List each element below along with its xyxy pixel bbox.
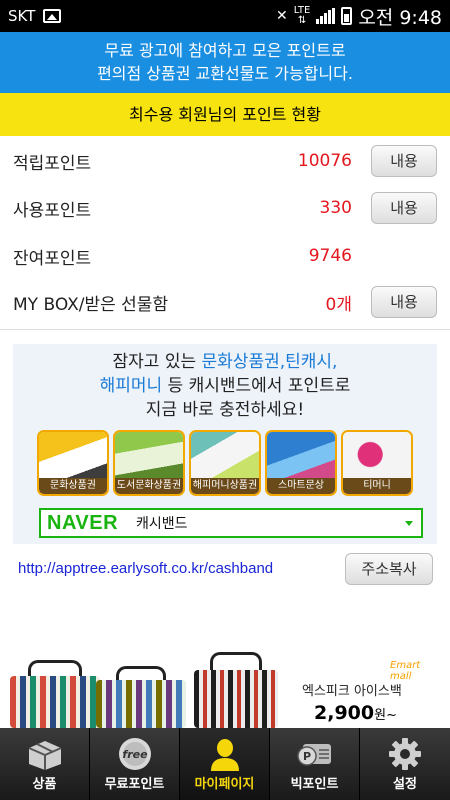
mybox-value: 0개 — [325, 294, 352, 315]
clock: 오전 9:48 — [358, 6, 442, 29]
voucher-tile-label: 티머니 — [343, 478, 411, 494]
mybox-details-button[interactable]: 내용 — [371, 286, 437, 318]
book-voucher-icon — [115, 432, 183, 482]
voucher-tile[interactable]: 스마트문상 — [265, 430, 337, 496]
tmoney-icon — [343, 432, 411, 482]
remaining-points-value: 9746 — [308, 246, 352, 266]
signal-icon — [316, 8, 336, 24]
svg-text:free: free — [122, 748, 148, 761]
banner-line-1: 무료 광고에 참여하고 모은 포인트로 — [104, 41, 346, 60]
person-icon — [211, 739, 239, 771]
ad-price: 2,900원~ — [314, 702, 397, 724]
tab-products[interactable]: 상품 — [0, 728, 90, 800]
naver-search-box[interactable]: NAVER 캐시밴드 — [39, 508, 423, 538]
tab-free-points[interactable]: free 무료포인트 — [90, 728, 180, 800]
status-bar: SKT ✕ LTE ⇅ 오전 9:48 — [0, 0, 450, 32]
tab-my-page[interactable]: 마이페이지 — [180, 728, 270, 800]
status-icons: ✕ LTE ⇅ 오전 9:48 — [276, 3, 442, 30]
tab-label: 마이페이지 — [194, 777, 255, 792]
banner-line-2: 편의점 상품권 교환선물도 가능합니다. — [97, 64, 353, 83]
voucher-tile[interactable]: 티머니 — [341, 430, 413, 496]
bottom-tab-bar: 상품 free 무료포인트 마이페이지 P 빅포인트 설정 — [0, 728, 450, 800]
image-icon — [43, 9, 62, 23]
voucher-tile-label: 도서문화상품권 — [115, 478, 183, 494]
battery-icon — [341, 7, 353, 25]
used-details-button[interactable]: 내용 — [371, 192, 437, 224]
accumulated-points-value: 10076 — [297, 151, 352, 171]
remaining-points-label: 잔여포인트 — [13, 248, 92, 269]
accumulated-points-label: 적립포인트 — [13, 153, 92, 174]
accumulated-details-button[interactable]: 내용 — [371, 145, 437, 177]
points-row-accumulated: 적립포인트 10076 내용 — [0, 139, 450, 183]
info-banner: 무료 광고에 참여하고 모은 포인트로 편의점 상품권 교환선물도 가능합니다. — [0, 32, 450, 93]
voucher-tile[interactable]: 문화상품권 — [37, 430, 109, 496]
mute-icon: ✕ — [275, 8, 288, 24]
used-points-label: 사용포인트 — [13, 200, 92, 221]
tab-label: 상품 — [32, 777, 57, 792]
voucher-tile-label: 스마트문상 — [267, 478, 335, 494]
culture-voucher-icon — [39, 432, 107, 482]
cashband-promo[interactable]: 잠자고 있는 문화상품권,틴캐시, 해피머니 등 캐시밴드에서 포인트로 지금 … — [13, 344, 437, 544]
gear-icon — [389, 738, 421, 770]
link-row: http://apptree.earlysoft.co.kr/cashband … — [0, 548, 450, 590]
naver-logo: NAVER — [47, 511, 119, 534]
carrier-label: SKT — [8, 7, 36, 25]
tab-label: 설정 — [393, 777, 417, 792]
voucher-tile-label: 해피머니상품권 — [191, 478, 259, 494]
svg-text:P: P — [303, 750, 311, 763]
tab-big-point[interactable]: P 빅포인트 — [270, 728, 360, 800]
points-row-mybox: MY BOX/받은 선물함 0개 내용 — [0, 280, 450, 324]
happymoney-icon — [191, 432, 259, 482]
lte-indicator: LTE ⇅ — [293, 5, 311, 26]
dropdown-arrow-icon — [405, 520, 413, 526]
tab-settings[interactable]: 설정 — [360, 728, 450, 800]
mybox-label: MY BOX/받은 선물함 — [13, 294, 169, 315]
ice-bag-image — [194, 652, 278, 728]
emart-mall-logo: Emart mall — [390, 660, 421, 682]
free-badge-icon: free — [119, 738, 151, 770]
voucher-tile[interactable]: 해피머니상품권 — [189, 430, 261, 496]
point-card-icon: P — [297, 744, 331, 766]
promo-headline: 잠자고 있는 문화상품권,틴캐시, 해피머니 등 캐시밴드에서 포인트로 지금 … — [99, 352, 351, 420]
voucher-tile-label: 문화상품권 — [39, 478, 107, 494]
voucher-tiles: 문화상품권 도서문화상품권 해피머니상품권 스마트문상 티머니 — [37, 430, 413, 496]
used-points-value: 330 — [319, 198, 352, 218]
points-list: 적립포인트 10076 내용 사용포인트 330 내용 잔여포인트 9746 M… — [0, 136, 450, 330]
voucher-tile[interactable]: 도서문화상품권 — [113, 430, 185, 496]
ad-banner[interactable]: Emart mall 엑스피크 아이스백 2,900원~ — [0, 648, 450, 728]
smart-voucher-icon — [267, 432, 335, 482]
ad-product-title: 엑스피크 아이스백 — [302, 684, 402, 699]
cashband-url-link[interactable]: http://apptree.earlysoft.co.kr/cashband — [18, 560, 273, 577]
points-row-used: 사용포인트 330 내용 — [0, 186, 450, 230]
search-keyword: 캐시밴드 — [136, 516, 188, 532]
ice-bag-image — [10, 660, 100, 728]
points-row-remaining: 잔여포인트 9746 — [0, 234, 450, 278]
tab-label: 빅포인트 — [290, 777, 339, 792]
tab-label: 무료포인트 — [104, 777, 165, 792]
gift-box-icon — [28, 741, 62, 770]
copy-address-button[interactable]: 주소복사 — [345, 553, 433, 585]
ice-bag-image — [96, 666, 186, 728]
points-status-header: 최수용 회원님의 포인트 현황 — [0, 93, 450, 136]
